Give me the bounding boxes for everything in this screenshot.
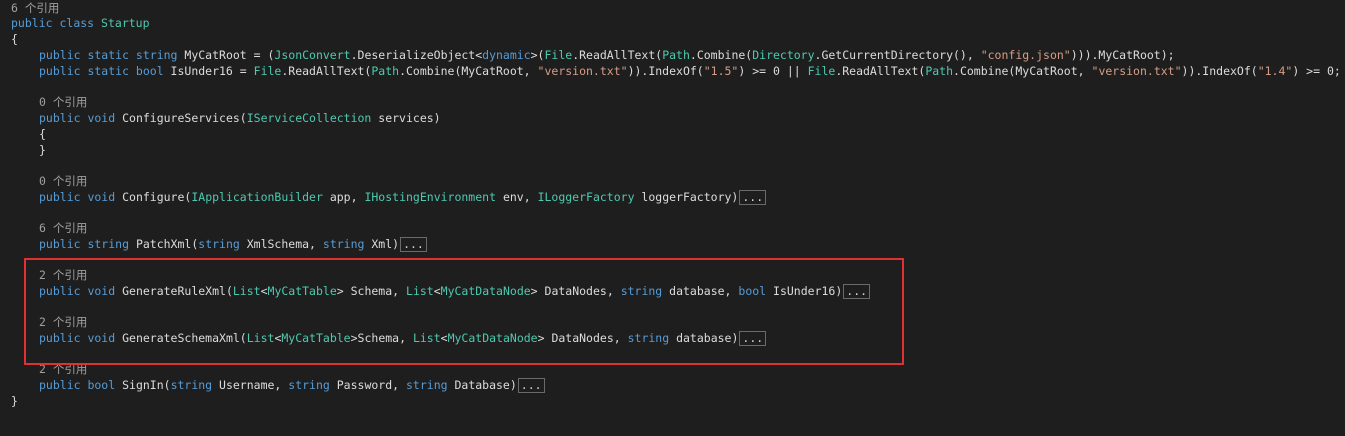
configure-method: public void Configure(IApplicationBuilde…	[39, 189, 767, 205]
configure-services-method: public void ConfigureServices(IServiceCo…	[39, 111, 441, 125]
mycatroot-field-line: public static string MyCatRoot = (JsonCo…	[39, 48, 1175, 62]
method-brace-close: }	[39, 143, 46, 157]
collapsed-region-button[interactable]: ...	[517, 378, 545, 393]
isunder16-field-line: public static bool IsUnder16 = File.Read…	[39, 64, 1341, 78]
codelens-ref-count[interactable]: 0 个引用	[39, 94, 87, 110]
signin-method: public bool SignIn(string Username, stri…	[39, 377, 545, 393]
codelens-ref-count[interactable]: 6 个引用	[11, 0, 59, 16]
codelens-ref-count[interactable]: 0 个引用	[39, 173, 87, 189]
method-brace-open: {	[39, 127, 46, 141]
class-brace-open: {	[11, 32, 18, 46]
patchxml-method: public string PatchXml(string XmlSchema,…	[39, 236, 427, 252]
collapsed-region-button[interactable]: ...	[400, 237, 427, 252]
class-brace-close: }	[11, 394, 18, 408]
collapsed-region-button[interactable]: ...	[739, 190, 767, 205]
codelens-ref-count[interactable]: 6 个引用	[39, 220, 87, 236]
class-declaration: public class Startup	[11, 16, 150, 30]
highlight-annotation-box	[24, 258, 904, 365]
